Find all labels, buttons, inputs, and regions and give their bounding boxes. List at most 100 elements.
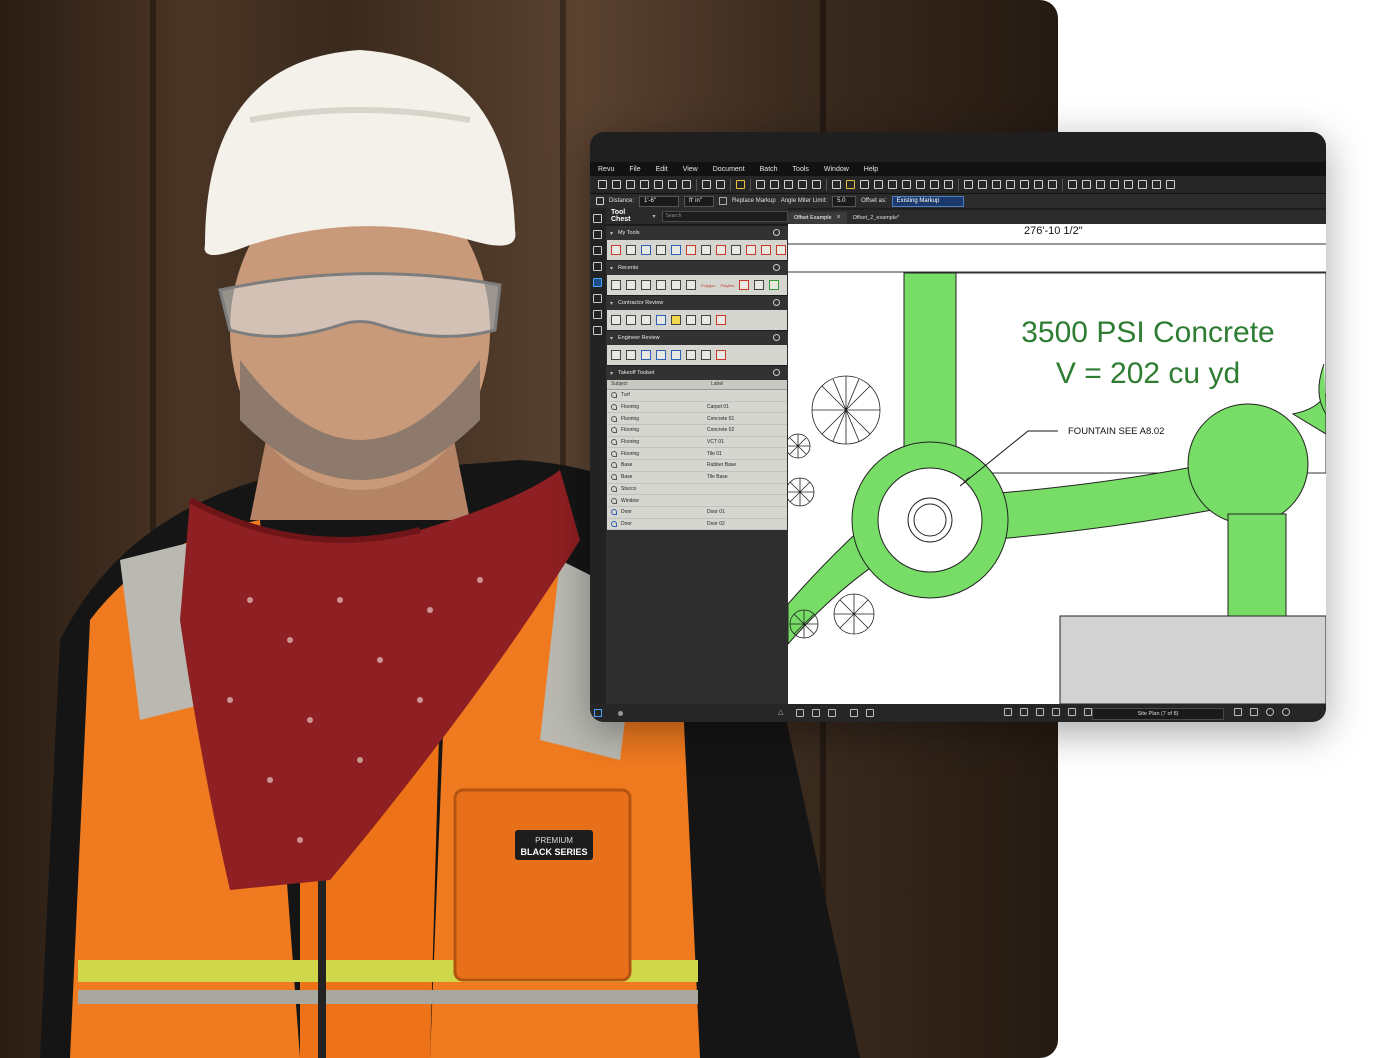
attachment-icon[interactable] [798,180,807,189]
menu-tools[interactable]: Tools [785,166,816,173]
measurements-icon[interactable] [593,310,602,319]
table-row[interactable]: Flooring Concrete 01 [607,413,787,426]
table-row[interactable]: Flooring VCT 01 [607,437,787,449]
menu-batch[interactable]: Batch [752,166,785,173]
tool-item[interactable] [731,245,741,255]
email-icon[interactable] [668,180,677,189]
tool-item[interactable] [641,315,651,325]
text-box-icon[interactable] [832,180,841,189]
snapshot-icon[interactable] [756,180,765,189]
tool-item[interactable] [611,350,621,360]
stamp-icon[interactable] [812,180,821,189]
unit-select[interactable]: ft' in" [684,195,715,207]
offset-as-select[interactable]: Existing Markup [891,195,964,207]
layers-icon[interactable] [593,262,602,271]
tool-item[interactable] [716,350,726,360]
last-page-icon[interactable] [1250,708,1258,716]
line-icon[interactable] [964,180,973,189]
previous-page-icon[interactable] [1084,708,1092,716]
zoom-icon[interactable] [1052,708,1060,716]
pen-icon[interactable] [860,180,869,189]
table-row[interactable]: Turf [607,390,787,402]
measure-volume-icon[interactable] [1124,180,1133,189]
column-label[interactable]: Label [707,380,723,389]
open-file-icon[interactable] [612,180,621,189]
pages-icon[interactable] [593,214,602,223]
warning-triangle-icon[interactable]: △ [778,708,783,716]
tool-item[interactable] [626,350,636,360]
table-row[interactable]: Flooring Carpet 01 [607,402,787,414]
angle-miter-input[interactable]: 5.0 [832,195,857,207]
gear-icon[interactable] [773,334,780,341]
tab-offset-example[interactable]: Offset Example × [788,212,847,224]
table-row[interactable]: Door Door 01 [607,507,787,519]
table-row[interactable]: Flooring Tile 01 [607,448,787,461]
tool-item[interactable] [761,245,771,255]
tool-item[interactable] [686,350,696,360]
tool-item[interactable] [701,350,711,360]
tab-offset-2-example[interactable]: Offset_2_example* [847,212,906,224]
crop-icon[interactable] [944,180,953,189]
back-icon[interactable] [1266,708,1274,716]
section-my-tools[interactable]: ▾ My Tools [606,225,788,240]
single-page-icon[interactable] [796,709,804,717]
rectangle-icon[interactable] [1020,180,1029,189]
drawing-canvas[interactable]: 276'-10 1/2" 3500 PSI Concrete V = 202 c… [788,224,1326,704]
eraser-icon[interactable] [916,180,925,189]
tool-item[interactable] [656,315,666,325]
print-icon[interactable] [654,180,663,189]
measure-area-icon[interactable] [1096,180,1105,189]
warning-icon[interactable] [736,180,745,189]
save-icon[interactable] [626,180,635,189]
recent-polyline-label[interactable]: Polyline [720,283,734,288]
rotate-icon[interactable] [1068,180,1077,189]
tool-item[interactable] [641,245,651,255]
table-row[interactable]: Door Door 02 [607,519,787,531]
snap-icon[interactable] [866,709,874,717]
new-file-icon[interactable] [598,180,607,189]
table-row[interactable]: Flooring Concrete 02 [607,425,787,437]
tool-item[interactable] [716,245,726,255]
count-icon[interactable] [1138,180,1147,189]
first-page-icon[interactable] [1068,708,1076,716]
recent-polygon-label[interactable]: Polygon [701,283,715,288]
distance-input[interactable]: 1'-6" [639,195,680,207]
page-indicator[interactable]: Site Plan (7 of 8) [1092,708,1224,720]
menu-view[interactable]: View [675,166,705,173]
signatures-icon[interactable] [593,326,602,335]
tool-item[interactable] [611,280,621,290]
tool-item[interactable] [776,245,786,255]
polyline-icon[interactable] [1006,180,1015,189]
overlay-icon[interactable] [716,180,725,189]
menu-window[interactable]: Window [816,166,856,173]
section-takeoff-toolset[interactable]: ▾ Takeoff Toolset [606,365,788,380]
section-recents[interactable]: ▾ Recents [606,260,788,275]
menu-revu[interactable]: Revu [590,166,621,173]
save-all-icon[interactable] [640,180,649,189]
section-contractor-review[interactable]: ▾ Contractor Review [606,295,788,310]
table-row[interactable]: Base Tile Base [607,472,787,484]
tool-chest-search-input[interactable]: Search [661,210,788,222]
tool-item[interactable] [626,315,636,325]
tool-item[interactable] [716,315,726,325]
thumbnails-icon[interactable] [593,230,602,239]
callout-icon[interactable] [874,180,883,189]
table-row[interactable]: Window [607,495,787,507]
gear-icon[interactable] [773,229,780,236]
table-row[interactable]: Stucco [607,484,787,496]
tool-item[interactable] [769,280,780,290]
tool-chest-icon[interactable] [593,278,602,287]
menu-file[interactable]: File [621,166,647,173]
concrete-volume-markup[interactable]: 3500 PSI Concrete V = 202 cu yd [994,312,1302,394]
tool-item[interactable] [754,280,765,290]
tool-item[interactable] [611,245,621,255]
tool-item[interactable] [701,245,711,255]
tool-item[interactable] [739,280,750,290]
tool-item[interactable] [641,280,651,290]
arrow-icon[interactable] [978,180,987,189]
image-icon[interactable] [930,180,939,189]
tool-item[interactable] [671,245,681,255]
menu-document[interactable]: Document [705,166,752,173]
link-icon[interactable] [784,180,793,189]
tool-item[interactable] [656,245,666,255]
